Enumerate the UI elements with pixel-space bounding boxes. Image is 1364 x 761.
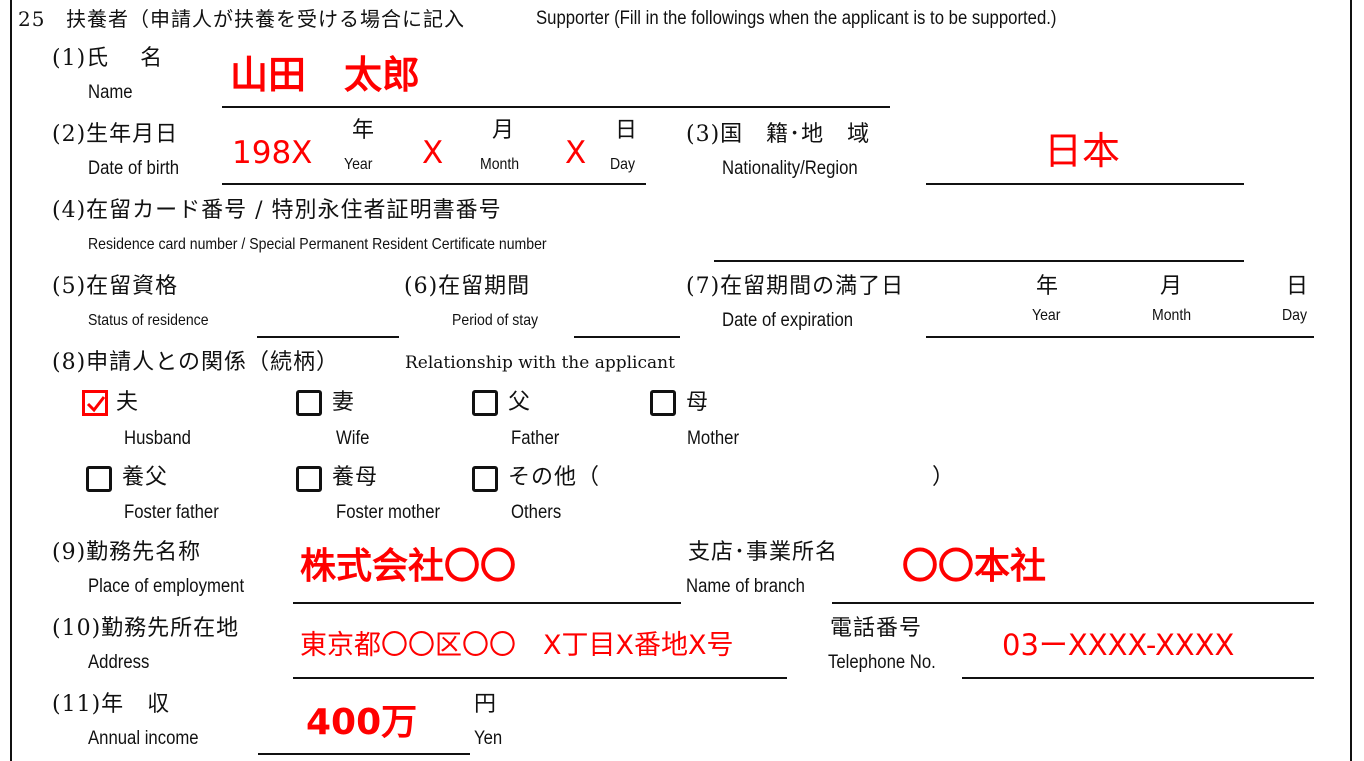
checkbox-mother[interactable] <box>650 390 676 416</box>
employer-label-en: Place of employment <box>88 576 245 597</box>
expiration-day-en: Day <box>1282 307 1308 324</box>
period-label-jp: (6)在留期間 <box>404 274 531 299</box>
nationality-underline <box>926 183 1244 185</box>
period-underline[interactable] <box>574 336 680 338</box>
option-husband-en: Husband <box>124 428 191 449</box>
expiration-label-jp: (7)在留期間の満了日 <box>686 274 905 299</box>
option-foster-father-en: Foster father <box>124 502 219 523</box>
name-label-jp: (1)氏 名 <box>52 46 164 71</box>
dob-year-en: Year <box>344 156 373 173</box>
employer-label-jp: (9)勤務先名称 <box>52 540 202 565</box>
residence-card-underline[interactable] <box>714 260 1244 262</box>
income-value[interactable]: 400万 <box>306 700 417 746</box>
option-others-en: Others <box>511 502 562 523</box>
branch-value[interactable]: 〇〇本社 <box>902 544 1046 590</box>
form-border-left <box>10 0 12 761</box>
option-foster-mother-en: Foster mother <box>336 502 441 523</box>
address-value[interactable]: 東京都〇〇区〇〇 X丁目X番地X号 <box>300 628 734 664</box>
checkbox-husband[interactable] <box>82 390 108 416</box>
employer-value[interactable]: 株式会社〇〇 <box>300 544 516 590</box>
branch-label-jp: 支店･事業所名 <box>688 540 839 565</box>
status-label-en: Status of residence <box>88 312 209 329</box>
dob-label-en: Date of birth <box>88 158 180 179</box>
phone-label-en: Telephone No. <box>828 652 936 673</box>
expiration-month-en: Month <box>1152 307 1192 324</box>
dob-year-value[interactable]: 198X <box>232 134 312 172</box>
dob-label-jp: (2)生年月日 <box>52 122 179 147</box>
dob-day-value[interactable]: X <box>565 134 586 172</box>
option-mother-en: Mother <box>687 428 740 449</box>
expiration-year-jp: 年 <box>1036 274 1060 299</box>
dob-month-value[interactable]: X <box>422 134 443 172</box>
section-title-jp: 扶養者（申請人が扶養を受ける場合に記入 <box>66 7 465 31</box>
option-mother-jp: 母 <box>686 390 710 415</box>
name-underline <box>222 106 890 108</box>
income-unit-en: Yen <box>474 728 503 749</box>
address-underline <box>293 677 787 679</box>
expiration-day-jp: 日 <box>1286 274 1310 299</box>
status-underline[interactable] <box>257 336 399 338</box>
relationship-label-jp: (8)申請人との関係（続柄） <box>52 350 339 375</box>
nationality-label-jp: (3)国 籍･地 域 <box>686 122 871 147</box>
option-father-en: Father <box>511 428 560 449</box>
employer-underline <box>293 602 681 604</box>
option-others-jp: その他（ <box>508 465 601 490</box>
dob-underline <box>222 183 646 185</box>
checkbox-foster-father[interactable] <box>86 466 112 492</box>
checkbox-father[interactable] <box>472 390 498 416</box>
checkbox-wife[interactable] <box>296 390 322 416</box>
expiration-year-en: Year <box>1032 307 1061 324</box>
others-input[interactable] <box>622 465 922 491</box>
section-title-en: Supporter (Fill in the followings when t… <box>536 8 1057 29</box>
option-foster-mother-jp: 養母 <box>332 465 379 490</box>
income-label-en: Annual income <box>88 728 199 749</box>
branch-underline <box>832 602 1314 604</box>
checkbox-others[interactable] <box>472 466 498 492</box>
dob-day-jp: 日 <box>615 118 639 143</box>
dob-year-jp: 年 <box>352 118 376 143</box>
dob-day-en: Day <box>610 156 636 173</box>
expiration-underline[interactable] <box>926 336 1314 338</box>
option-foster-father-jp: 養父 <box>122 465 169 490</box>
option-wife-jp: 妻 <box>332 390 356 415</box>
name-label-en: Name <box>88 82 133 103</box>
checkbox-foster-mother[interactable] <box>296 466 322 492</box>
option-wife-en: Wife <box>336 428 370 449</box>
form-border-right <box>1350 0 1352 761</box>
others-close-paren: ） <box>932 465 956 490</box>
option-father-jp: 父 <box>508 390 532 415</box>
phone-underline <box>962 677 1314 679</box>
name-value[interactable]: 山田 太郎 <box>230 52 420 98</box>
status-label-jp: (5)在留資格 <box>52 274 179 299</box>
relationship-label-en: Relationship with the applicant <box>405 353 675 373</box>
income-unit-jp: 円 <box>474 692 498 717</box>
phone-value[interactable]: 03ーXXXX-XXXX <box>1002 626 1234 664</box>
income-underline <box>258 753 470 755</box>
residence-card-label-en: Residence card number / Special Permanen… <box>88 236 547 253</box>
phone-label-jp: 電話番号 <box>830 616 923 641</box>
option-husband-jp: 夫 <box>116 390 140 415</box>
expiration-label-en: Date of expiration <box>722 310 854 331</box>
checkmark-icon <box>86 396 106 413</box>
residence-card-label-jp: (4)在留カード番号 / 特別永住者証明書番号 <box>52 198 502 223</box>
dob-month-en: Month <box>480 156 520 173</box>
address-label-en: Address <box>88 652 150 673</box>
expiration-month-jp: 月 <box>1160 274 1184 299</box>
period-label-en: Period of stay <box>452 312 539 329</box>
income-label-jp: (11)年 収 <box>52 692 171 717</box>
nationality-label-en: Nationality/Region <box>722 158 858 179</box>
dob-month-jp: 月 <box>492 118 516 143</box>
section-number: 25 <box>18 7 46 31</box>
nationality-value[interactable]: 日本 <box>1044 128 1120 174</box>
branch-label-en: Name of branch <box>686 576 805 597</box>
address-label-jp: (10)勤務先所在地 <box>52 616 240 641</box>
